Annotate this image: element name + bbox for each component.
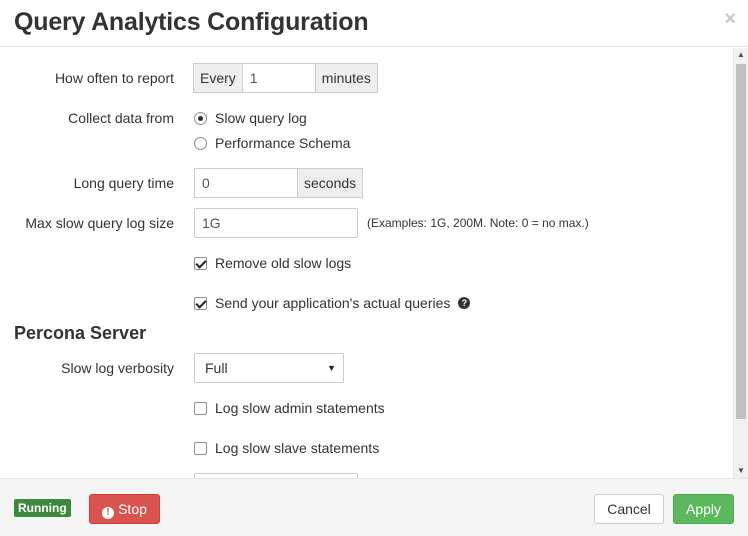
- remove-old-logs-checkbox-row[interactable]: Remove old slow logs: [194, 255, 351, 271]
- dialog-body[interactable]: How often to report Every minutes Collec…: [0, 48, 733, 478]
- radio-button[interactable]: [194, 136, 207, 150]
- radio-label: Slow query log: [215, 110, 307, 126]
- stop-button[interactable]: ! Stop: [89, 494, 160, 524]
- cancel-button[interactable]: Cancel: [594, 494, 664, 524]
- every-addon: Every: [193, 63, 242, 93]
- seconds-addon: seconds: [298, 168, 364, 198]
- dialog-footer: Running ! Stop Cancel Apply: [0, 478, 748, 536]
- minutes-addon: minutes: [315, 63, 378, 93]
- scroll-up-icon[interactable]: ▲: [734, 48, 748, 62]
- long-query-time-label: Long query time: [73, 175, 174, 191]
- checkbox[interactable]: [194, 256, 207, 270]
- scrollbar-thumb[interactable]: [736, 64, 746, 419]
- scroll-down-icon[interactable]: ▼: [734, 464, 748, 478]
- report-frequency-input[interactable]: [241, 63, 316, 93]
- checkbox[interactable]: [194, 401, 207, 415]
- dialog-header: Query Analytics Configuration ×: [0, 0, 748, 47]
- max-log-size-hint: (Examples: 1G, 200M. Note: 0 = no max.): [367, 216, 589, 230]
- checkbox-label: Remove old slow logs: [215, 255, 352, 271]
- checkbox-label: Log slow slave statements: [215, 440, 380, 456]
- vertical-scrollbar[interactable]: ▲ ▼: [733, 48, 748, 478]
- dialog-title: Query Analytics Configuration: [14, 8, 369, 36]
- radio-performance-schema[interactable]: Performance Schema: [194, 135, 350, 151]
- collect-data-label: Collect data from: [68, 110, 174, 126]
- checkbox[interactable]: [194, 296, 207, 310]
- verbosity-label: Slow log verbosity: [61, 360, 174, 376]
- stop-button-label: Stop: [118, 501, 147, 517]
- log-slave-checkbox-row[interactable]: Log slow slave statements: [194, 440, 379, 456]
- report-frequency-group: Every minutes: [193, 63, 378, 93]
- max-log-size-label: Max slow query log size: [25, 215, 174, 231]
- exclamation-circle-icon: !: [102, 507, 115, 519]
- radio-slow-query-log[interactable]: Slow query log: [194, 110, 307, 126]
- checkbox-label: Send your application's actual queries: [215, 295, 451, 311]
- section-title-percona: Percona Server: [14, 323, 147, 343]
- verbosity-value: Full: [205, 360, 228, 376]
- long-query-time-input[interactable]: [194, 168, 298, 198]
- apply-button[interactable]: Apply: [673, 494, 734, 524]
- chevron-down-icon: ▼: [327, 363, 336, 373]
- verbosity-select[interactable]: Full ▼: [194, 353, 344, 383]
- checkbox[interactable]: [194, 441, 207, 455]
- log-admin-checkbox-row[interactable]: Log slow admin statements: [194, 400, 385, 416]
- max-log-size-input[interactable]: [194, 208, 358, 238]
- report-frequency-label: How often to report: [54, 70, 174, 86]
- checkbox-label: Log slow admin statements: [215, 400, 385, 416]
- radio-button[interactable]: [194, 111, 207, 125]
- send-queries-checkbox-row[interactable]: Send your application's actual queries ?: [194, 295, 471, 311]
- status-badge: Running: [14, 499, 71, 517]
- long-query-time-group: seconds: [194, 168, 364, 198]
- close-icon[interactable]: ×: [724, 9, 736, 29]
- radio-label: Performance Schema: [215, 135, 351, 151]
- question-circle-icon[interactable]: ?: [458, 297, 471, 309]
